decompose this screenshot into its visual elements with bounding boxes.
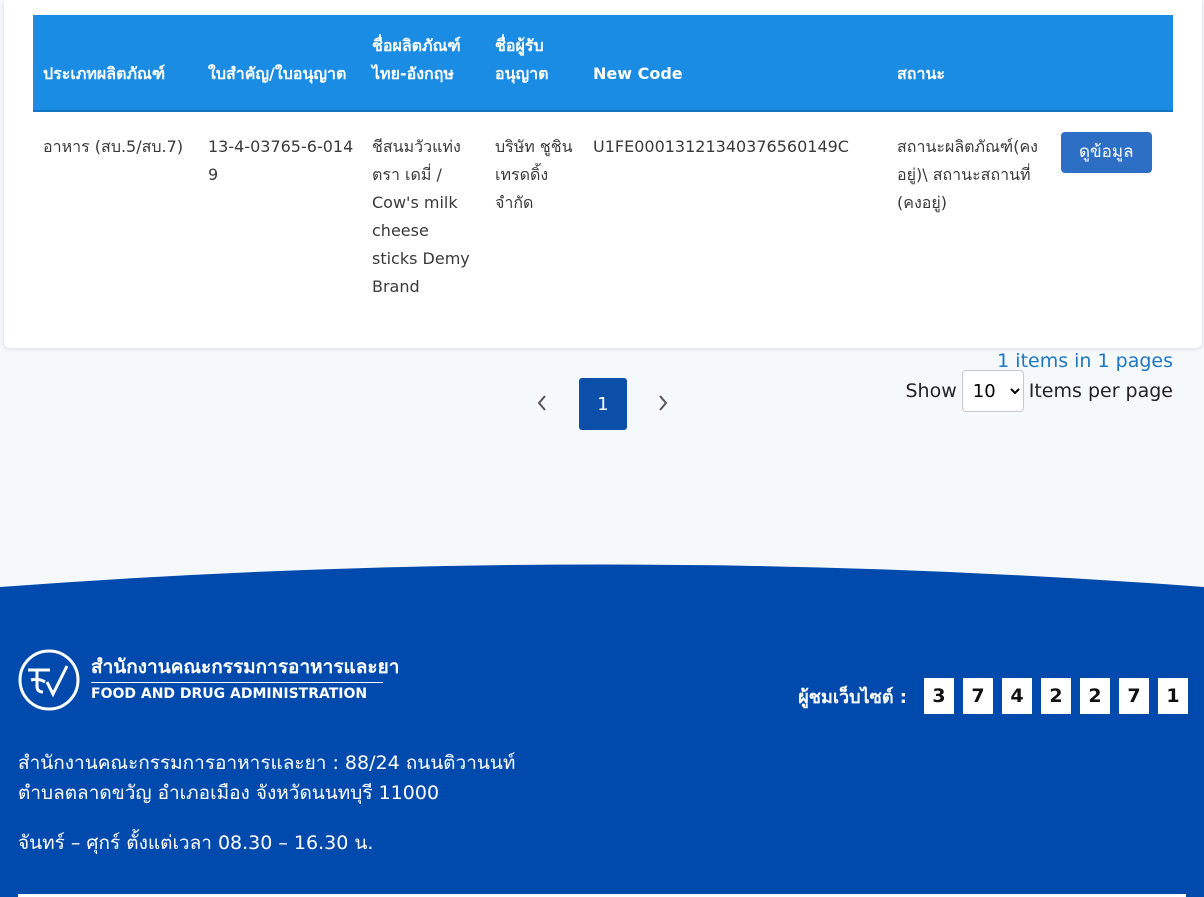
visitor-counter-label: ผู้ชมเว็บไซต์ : <box>798 686 907 708</box>
column-header-license: ใบสำคัญ/ใบอนุญาต <box>198 15 362 112</box>
cell-license: 13-4-03765-6-0149 <box>208 137 354 184</box>
cell-product: ชีสนมวัวแท่ง ตรา เดมี่ / Cow's milk chee… <box>372 137 470 296</box>
footer: สำนักงานคณะกรรมการอาหารและยา FOOD AND DR… <box>0 560 1204 897</box>
page-button-current[interactable]: 1 <box>579 378 627 430</box>
address-line-2: ตำบลตลาดขวัญ อำเภอเมือง จังหวัดนนทบุรี 1… <box>18 782 440 804</box>
org-name-thai: สำนักงานคณะกรรมการอาหารและยา <box>91 656 400 678</box>
chevron-right-icon <box>659 395 668 411</box>
next-page-button[interactable] <box>650 390 676 416</box>
org-divider <box>91 682 383 683</box>
items-per-page-label: Items per page <box>1028 380 1173 402</box>
table-header-row: ประเภทผลิตภัณฑ์ ใบสำคัญ/ใบอนุญาต ชื่อผลิ… <box>33 15 1173 112</box>
cell-type: อาหาร (สบ.5/สบ.7) <box>43 137 184 156</box>
results-card: ประเภทผลิตภัณฑ์ ใบสำคัญ/ใบอนุญาต ชื่อผลิ… <box>4 0 1202 348</box>
items-info: 1 items in 1 pages <box>997 350 1173 372</box>
fda-logo-icon <box>18 649 80 711</box>
column-header-type: ประเภทผลิตภัณฑ์ <box>33 15 198 112</box>
view-details-button[interactable]: ดูข้อมูล <box>1061 132 1152 173</box>
column-header-new-code: New Code <box>583 15 887 112</box>
office-hours: จันทร์ – ศุกร์ ตั้งแต่เวลา 08.30 – 16.30… <box>18 832 374 854</box>
visitor-digit: 4 <box>1002 678 1032 714</box>
column-header-product: ชื่อผลิตภัณฑ์ ไทย-อังกฤษ <box>362 15 485 112</box>
column-header-status: สถานะ <box>887 15 1047 112</box>
previous-page-button[interactable] <box>529 390 555 416</box>
column-header-licensee: ชื่อผู้รับอนุญาต <box>485 15 583 112</box>
column-header-action <box>1047 15 1173 112</box>
chevron-left-icon <box>537 395 546 411</box>
per-page-select[interactable]: 10 <box>961 370 1024 412</box>
visitor-digit: 2 <box>1080 678 1110 714</box>
visitor-digit: 7 <box>1119 678 1149 714</box>
visitor-counter: ผู้ชมเว็บไซต์ : 3 7 4 2 2 7 1 <box>798 678 1188 714</box>
visitor-digit: 7 <box>963 678 993 714</box>
cell-status: สถานะผลิตภัณฑ์(คงอยู่)\ สถานะสถานที่ (คง… <box>897 137 1038 212</box>
table-row: อาหาร (สบ.5/สบ.7) 13-4-03765-6-0149 ชีสน… <box>33 111 1173 301</box>
org-name-english: FOOD AND DRUG ADMINISTRATION <box>91 686 368 702</box>
address-line-1: สำนักงานคณะกรรมการอาหารและยา : 88/24 ถนน… <box>18 752 516 774</box>
visitor-digit: 3 <box>924 678 954 714</box>
show-label: Show <box>905 380 957 402</box>
visitor-digit: 1 <box>1158 678 1188 714</box>
cell-licensee: บริษัท ชูชิน เทรดดิ้ง จำกัด <box>495 137 573 212</box>
visitor-digit: 2 <box>1041 678 1071 714</box>
cell-action: ดูข้อมูล <box>1047 111 1173 301</box>
results-table: ประเภทผลิตภัณฑ์ ใบสำคัญ/ใบอนุญาต ชื่อผลิ… <box>33 15 1173 301</box>
per-page-control: Show 10 Items per page <box>905 370 1173 412</box>
cell-new-code: U1FE000131213403765601​49C <box>593 137 849 156</box>
